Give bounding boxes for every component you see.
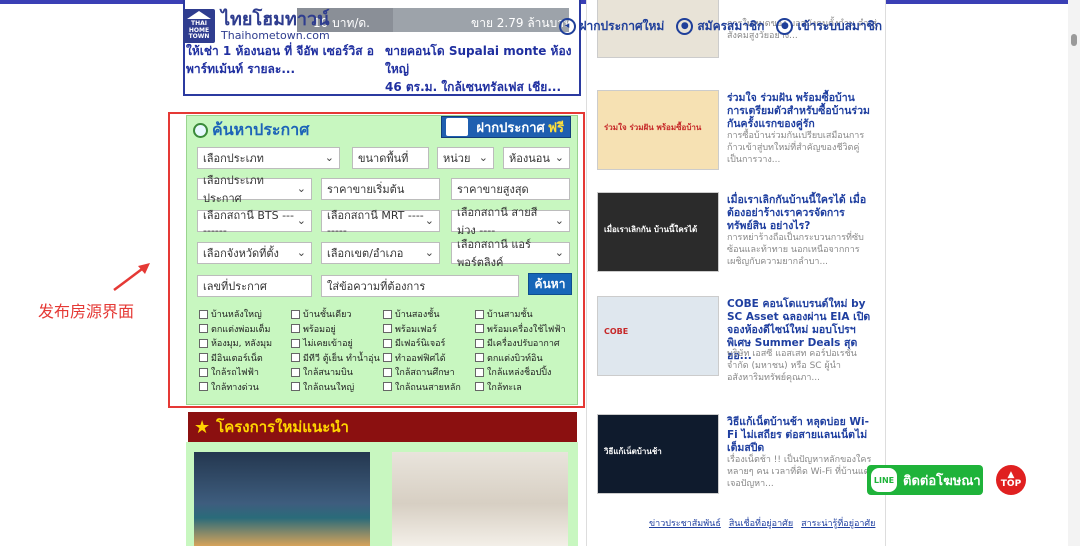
- logo[interactable]: ไทยโฮมทาวน์ Thaihometown.com: [221, 8, 330, 43]
- nav-register[interactable]: ● สมัครสมาชิก: [676, 17, 764, 36]
- user-icon: ●: [676, 17, 694, 35]
- projects-title: โครงการใหม่แนะนำ: [216, 418, 349, 436]
- projects-area: [186, 442, 578, 546]
- annotation-label: 发布房源界面: [38, 302, 135, 321]
- house-icon: [187, 11, 211, 20]
- logo-icon[interactable]: THAI HOME TOWN: [183, 9, 215, 43]
- nav-label: ฝากประกาศใหม่: [579, 18, 665, 33]
- nav-label: เข้าระบบสมาชิก: [797, 18, 882, 33]
- logo-small-text: TOWN: [188, 33, 210, 41]
- thumbnail-caption: เมื่อเราเลิกกัน บ้านนี้ใครได้: [604, 225, 698, 234]
- back-to-top-button[interactable]: ▲ TOP: [996, 465, 1026, 495]
- annotation-highlight-box: [168, 112, 585, 408]
- article-title[interactable]: เมื่อเราเลิกกันบ้านนี้ใครได้ เมื่อต้องอย…: [727, 194, 879, 233]
- listing-title-line[interactable]: พาร์ทเม้นท์ รายละ...: [186, 60, 376, 78]
- article-excerpt: การหย่าร้างถือเป็นกระบวนการที่ซับซ้อนและ…: [727, 233, 864, 267]
- project-image[interactable]: [194, 452, 370, 546]
- star-icon: ★: [194, 416, 211, 438]
- article-excerpt: บริษัท เอสซี แอสเสท คอร์ปอเรชั่น จำกัด (…: [727, 349, 857, 383]
- article-excerpt: เรื่องเน็ตช้า !! เป็นปัญหาหลักของใครหลาย…: [727, 455, 872, 489]
- line-contact-label: ติดต่อโฆษณา: [903, 473, 981, 489]
- footer-link[interactable]: ข่าวประชาสัมพันธ์: [649, 516, 721, 530]
- article-thumbnail[interactable]: เมื่อเราเลิกกัน บ้านนี้ใครได้: [597, 192, 719, 272]
- listing-title[interactable]: ขายคอนโด Supalai monte ห้องใหญ่ 46 ตร.ม.…: [385, 42, 581, 96]
- nav-post-ad[interactable]: ◂ ฝากประกาศใหม่: [558, 17, 665, 36]
- projects-header: ★ โครงการใหม่แนะนำ: [188, 412, 577, 442]
- logo-url: Thaihometown.com: [221, 29, 330, 43]
- header-nav: ◂ ฝากประกาศใหม่ ● สมัครสมาชิก ● เข้าระบบ…: [558, 17, 889, 36]
- thumbnail-caption: วิธีแก้เน็ตบ้านช้า: [604, 447, 662, 456]
- line-contact-button[interactable]: LINE ติดต่อโฆษณา: [867, 465, 983, 495]
- thumbnail-caption: ร่วมใจ ร่วมฝัน พร้อมซื้อบ้าน: [604, 123, 702, 132]
- user-icon: ●: [776, 17, 794, 35]
- listing-title[interactable]: ให้เช่า 1 ห้องนอน ที่ จีอัพ เซอร์วิส อ พ…: [186, 42, 376, 78]
- project-image[interactable]: [392, 452, 568, 546]
- scrollbar[interactable]: [1068, 0, 1080, 546]
- article-title[interactable]: ร่วมใจ ร่วมฝัน พร้อมซื้อบ้าน การเตรียมตั…: [727, 92, 879, 131]
- article-thumbnail[interactable]: ร่วมใจ ร่วมฝัน พร้อมซื้อบ้าน: [597, 90, 719, 170]
- article-title[interactable]: วิธีแก้เน็ตบ้านช้า หลุดบ่อย Wi-Fi ไม่เสถ…: [727, 416, 879, 455]
- nav-login[interactable]: ● เข้าระบบสมาชิก: [776, 17, 882, 36]
- thumbnail-caption: COBE: [604, 327, 629, 336]
- article-excerpt: การซื้อบ้านร่วมกันเปรียบเสมือนการก้าวเข้…: [727, 131, 865, 165]
- site-header: THAI HOME TOWN ไทยโฮมทาวน์ Thaihometown.…: [183, 6, 888, 46]
- logo-title: ไทยโฮมทาวน์: [221, 8, 330, 30]
- megaphone-icon: ◂: [558, 17, 576, 35]
- listing-title-line[interactable]: 46 ตร.ม. ใกล้เซนทรัลเฟส เชีย...: [385, 78, 581, 96]
- footer-link[interactable]: สาระน่ารู้ที่อยู่อาศัย: [801, 516, 875, 530]
- footer-link[interactable]: สินเชื่อที่อยู่อาศัย: [729, 516, 793, 530]
- nav-label: สมัครสมาชิก: [697, 18, 765, 33]
- line-icon: LINE: [871, 468, 897, 492]
- article-thumbnail[interactable]: วิธีแก้เน็ตบ้านช้า: [597, 414, 719, 494]
- listing-title-line[interactable]: ขายคอนโด Supalai monte ห้องใหญ่: [385, 42, 581, 78]
- annotation-arrow-icon: [113, 263, 150, 291]
- article-thumbnail[interactable]: COBE: [597, 296, 719, 376]
- footer-links: ข่าวประชาสัมพันธ์ สินเชื่อที่อยู่อาศัย ส…: [649, 516, 875, 530]
- scroll-thumb[interactable]: [1071, 34, 1077, 46]
- top-label: TOP: [1000, 479, 1022, 489]
- article-sidebar: การในหมดของ บอลบังคมตั้งกำน ลำ สู่สังคมส…: [586, 0, 886, 546]
